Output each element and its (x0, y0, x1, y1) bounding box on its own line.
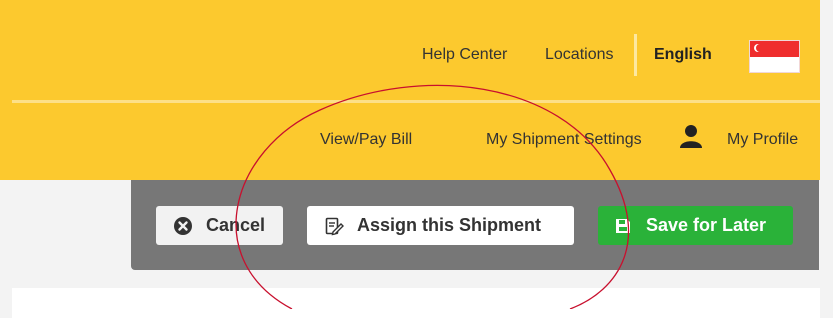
save-icon (612, 215, 634, 237)
assign-label: Assign this Shipment (357, 215, 542, 235)
my-profile-link[interactable]: My Profile (727, 131, 798, 149)
help-center-link[interactable]: Help Center (422, 46, 507, 64)
edit-document-icon (323, 215, 345, 237)
cancel-label: Cancel (206, 215, 266, 235)
save-for-later-button[interactable]: Save for Later (598, 206, 793, 245)
language-selector[interactable]: English (654, 46, 712, 64)
header-divider (12, 100, 820, 103)
shipment-settings-link[interactable]: My Shipment Settings (486, 131, 642, 149)
view-pay-bill-link[interactable]: View/Pay Bill (320, 131, 412, 149)
close-circle-icon (172, 215, 194, 237)
user-icon[interactable] (680, 124, 702, 148)
locations-link[interactable]: Locations (545, 46, 614, 64)
content-panel (12, 288, 820, 318)
save-label: Save for Later (646, 215, 767, 235)
assign-shipment-button[interactable]: Assign this Shipment (307, 206, 574, 245)
header-separator (634, 34, 637, 76)
singapore-flag-icon[interactable] (749, 40, 800, 73)
cancel-button[interactable]: Cancel (156, 206, 283, 245)
left-panel (0, 180, 131, 281)
header-bar (0, 0, 820, 180)
